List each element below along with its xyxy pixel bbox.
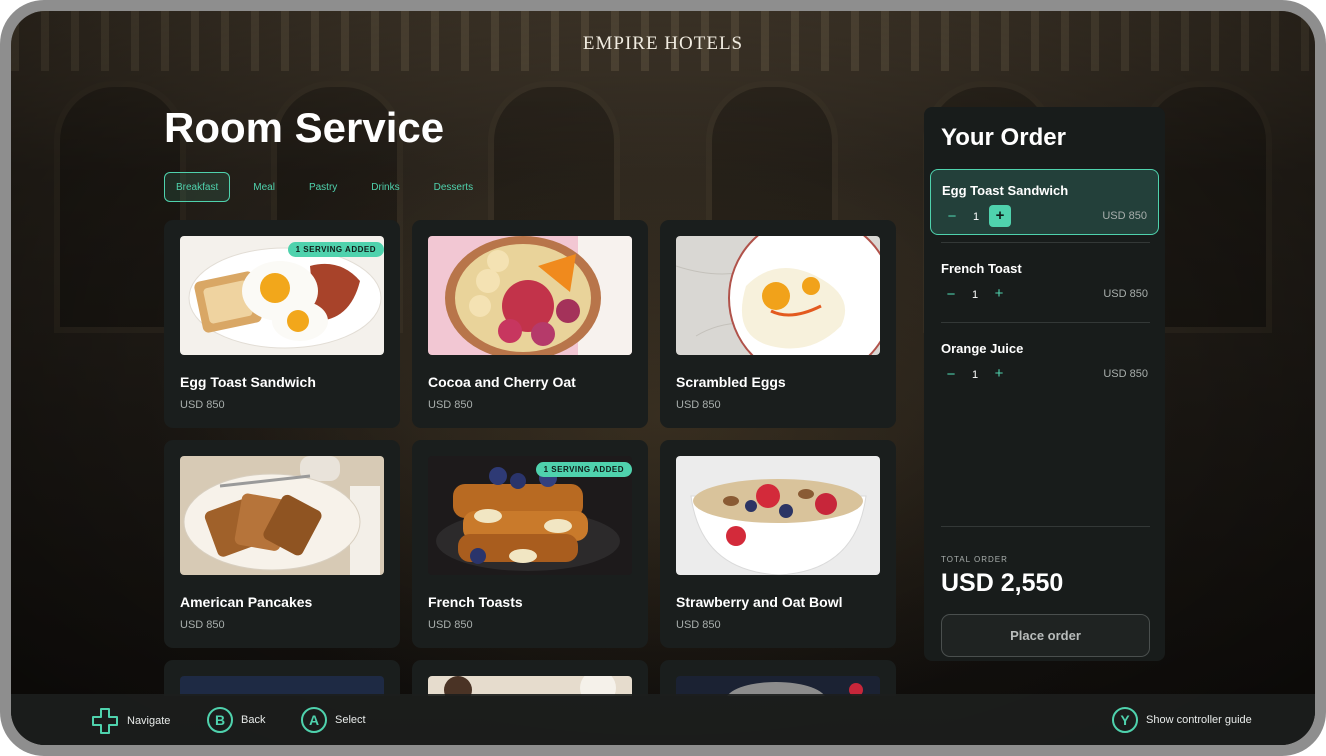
order-panel: Your Order Egg Toast Sandwich − 1 + USD … xyxy=(924,107,1165,661)
menu-card-american-pancakes[interactable]: American Pancakes USD 850 xyxy=(164,440,400,648)
divider xyxy=(941,526,1150,527)
navigate-label: Navigate xyxy=(127,715,171,727)
scrambled-eggs-image xyxy=(676,236,880,355)
pancakes-image xyxy=(180,456,384,575)
place-order-button[interactable]: Place order xyxy=(941,614,1150,657)
order-item-name: French Toast xyxy=(941,261,1022,276)
order-item-name: Egg Toast Sandwich xyxy=(942,183,1069,198)
dpad-icon xyxy=(92,708,118,734)
menu-item-price: USD 850 xyxy=(180,619,225,631)
order-item-orange-juice[interactable]: Orange Juice − 1 + USD 850 xyxy=(930,328,1159,394)
controller-guide-label: Show controller guide xyxy=(1146,714,1252,726)
menu-item-price: USD 850 xyxy=(180,399,225,411)
tab-desserts[interactable]: Desserts xyxy=(423,172,484,202)
divider xyxy=(941,242,1150,243)
serving-added-badge: 1 SERVING ADDED xyxy=(535,462,632,477)
order-item-price: USD 850 xyxy=(1103,368,1148,380)
increase-quantity-button[interactable]: + xyxy=(988,363,1010,385)
b-button-icon: B xyxy=(207,707,233,733)
menu-item-name: Scrambled Eggs xyxy=(676,374,786,390)
menu-card-french-toasts[interactable]: 1 SERVING ADDED French Toasts USD 850 xyxy=(412,440,648,648)
menu-card-partial[interactable] xyxy=(164,660,400,696)
brand-logo: EMPIRE HOTELS xyxy=(582,33,744,54)
back-hint[interactable]: B Back xyxy=(207,707,265,733)
order-item-french-toast[interactable]: French Toast − 1 + USD 850 xyxy=(930,248,1159,314)
menu-card-partial[interactable] xyxy=(660,660,896,696)
category-tabs: Breakfast Meal Pastry Drinks Desserts xyxy=(164,172,496,202)
menu-item-name: American Pancakes xyxy=(180,594,313,610)
menu-item-price: USD 850 xyxy=(676,399,721,411)
menu-card-strawberry-oat-bowl[interactable]: Strawberry and Oat Bowl USD 850 xyxy=(660,440,896,648)
device-frame: EMPIRE HOTELS Room Service Breakfast Mea… xyxy=(0,0,1326,756)
menu-item-name: French Toasts xyxy=(428,594,523,610)
order-item-egg-toast-sandwich[interactable]: Egg Toast Sandwich − 1 + USD 850 xyxy=(930,169,1159,235)
menu-item-image xyxy=(180,676,384,696)
order-title: Your Order xyxy=(941,124,1066,151)
select-label: Select xyxy=(335,714,366,726)
tv-screen: EMPIRE HOTELS Room Service Breakfast Mea… xyxy=(11,11,1315,745)
tab-breakfast[interactable]: Breakfast xyxy=(164,172,231,202)
increase-quantity-button[interactable]: + xyxy=(989,205,1011,227)
divider xyxy=(941,322,1150,323)
controller-hint-bar: Navigate B Back A Select Y Show controll… xyxy=(11,694,1315,745)
y-button-icon: Y xyxy=(1112,707,1138,733)
quantity-value: 1 xyxy=(971,369,979,381)
menu-item-name: Strawberry and Oat Bowl xyxy=(676,594,843,610)
strawberry-oat-image xyxy=(676,456,880,575)
decrease-quantity-button[interactable]: − xyxy=(942,208,962,226)
decrease-quantity-button[interactable]: − xyxy=(941,286,961,304)
tab-pastry[interactable]: Pastry xyxy=(298,172,348,202)
quantity-value: 1 xyxy=(971,289,979,301)
navigate-hint: Navigate xyxy=(91,707,170,735)
menu-card-scrambled-eggs[interactable]: Scrambled Eggs USD 850 xyxy=(660,220,896,428)
a-button-icon: A xyxy=(301,707,327,733)
menu-item-image xyxy=(676,676,880,696)
order-item-name: Orange Juice xyxy=(941,341,1024,356)
increase-quantity-button[interactable]: + xyxy=(988,283,1010,305)
menu-grid: 1 SERVING ADDED Egg Toast Sandwich USD 8… xyxy=(164,220,896,696)
page-title: Room Service xyxy=(164,104,445,151)
select-hint[interactable]: A Select xyxy=(301,707,366,733)
menu-item-price: USD 850 xyxy=(428,619,473,631)
menu-item-image xyxy=(428,676,632,696)
menu-card-cocoa-cherry-oat[interactable]: Cocoa and Cherry Oat USD 850 xyxy=(412,220,648,428)
controller-guide-hint[interactable]: Y Show controller guide xyxy=(1112,707,1252,733)
menu-card-egg-toast-sandwich[interactable]: 1 SERVING ADDED Egg Toast Sandwich USD 8… xyxy=(164,220,400,428)
tab-meal[interactable]: Meal xyxy=(242,172,286,202)
serving-added-badge: 1 SERVING ADDED xyxy=(287,242,384,257)
oat-bowl-image xyxy=(428,236,632,355)
menu-card-partial[interactable] xyxy=(412,660,648,696)
menu-item-price: USD 850 xyxy=(676,619,721,631)
quantity-value: 1 xyxy=(972,211,980,223)
decrease-quantity-button[interactable]: − xyxy=(941,366,961,384)
back-label: Back xyxy=(241,714,266,726)
menu-item-name: Cocoa and Cherry Oat xyxy=(428,374,576,390)
order-item-price: USD 850 xyxy=(1102,210,1147,222)
total-order-value: USD 2,550 xyxy=(941,569,1064,597)
total-order-label: TOTAL ORDER xyxy=(941,555,1008,564)
menu-item-price: USD 850 xyxy=(428,399,473,411)
tab-drinks[interactable]: Drinks xyxy=(360,172,410,202)
order-item-price: USD 850 xyxy=(1103,288,1148,300)
menu-item-name: Egg Toast Sandwich xyxy=(180,374,316,390)
